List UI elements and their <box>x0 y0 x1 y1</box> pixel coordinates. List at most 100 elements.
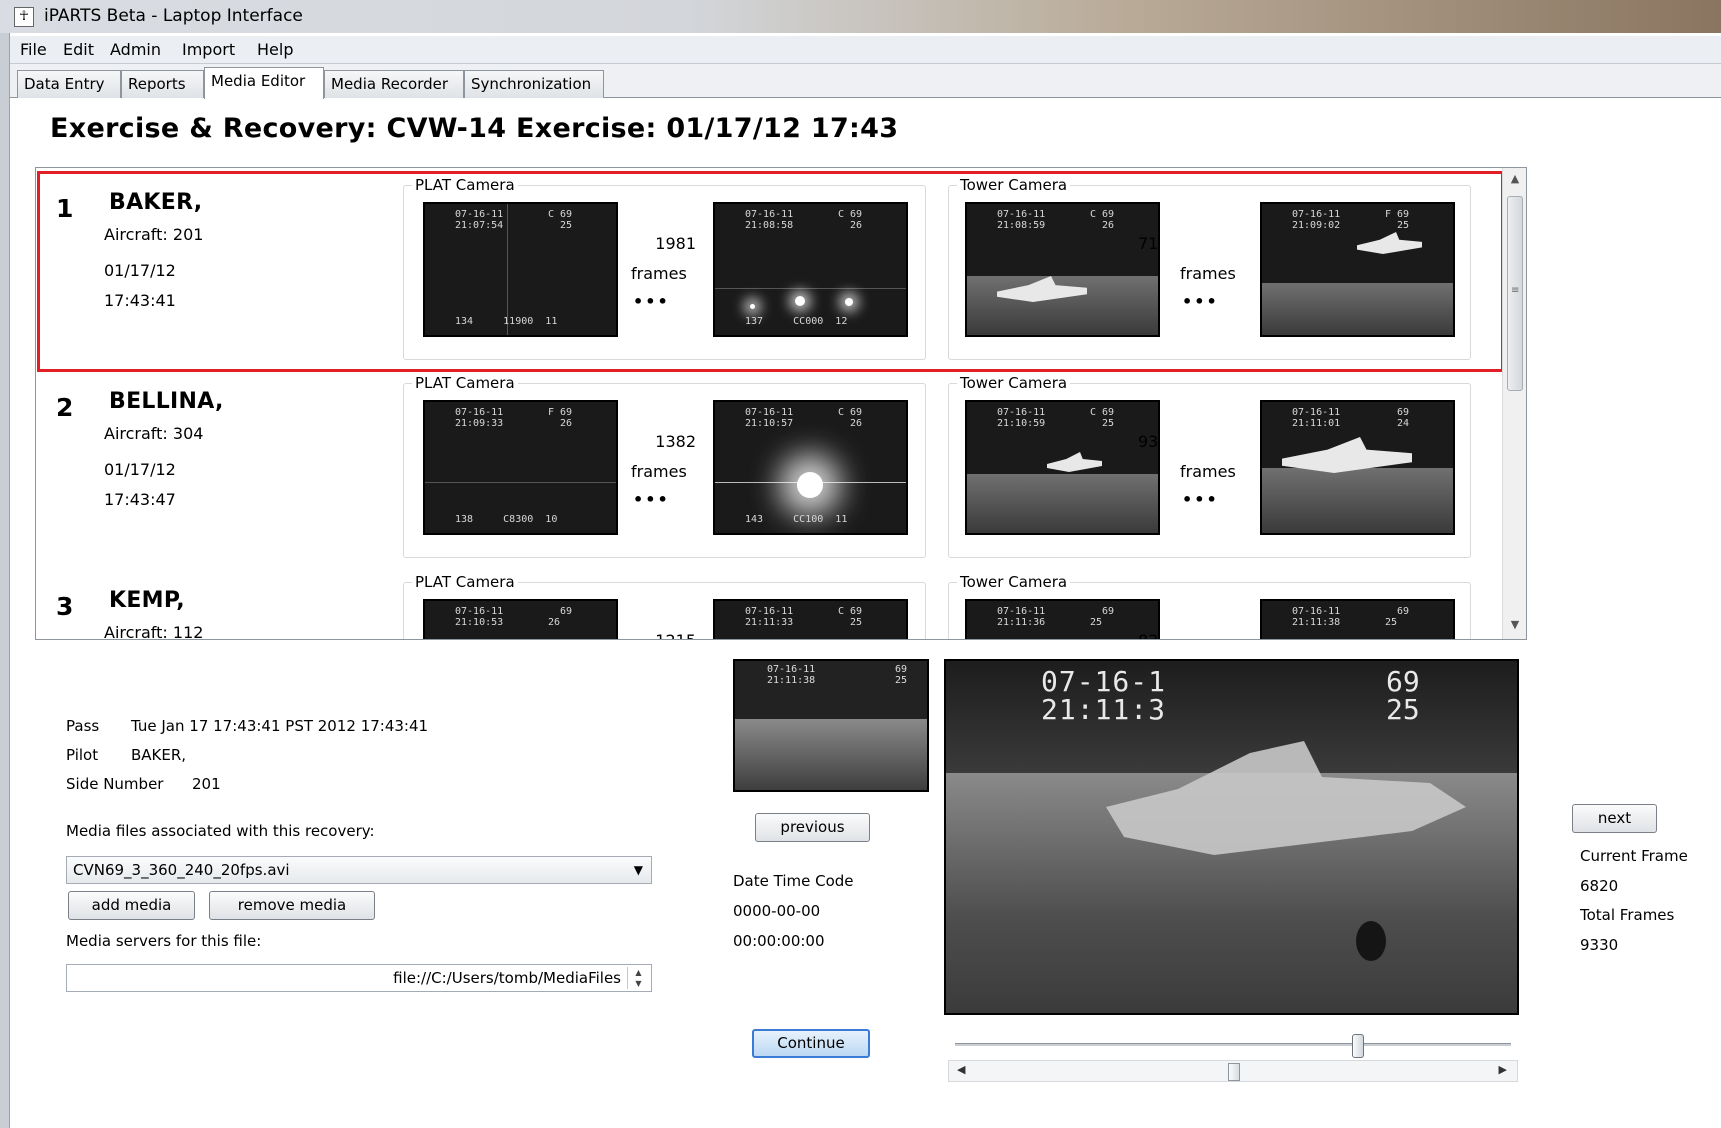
bottom-overlay: 137 CC000 12 <box>745 316 848 327</box>
scroll-up-icon[interactable]: ▲ <box>1507 172 1523 188</box>
video-player[interactable]: 07-16-1 21:11:3 69 25 <box>944 659 1519 1015</box>
deck <box>967 474 1158 533</box>
camera-overlay: F 69 25 <box>1385 209 1410 231</box>
tower-first-frame-thumbnail[interactable]: 07-16-11 21:11:36 69 25 <box>965 599 1160 639</box>
plat-last-frame-thumbnail[interactable]: 07-16-11 21:10:57 C 69 26 143 CC100 11 <box>713 400 908 535</box>
pass-value: Tue Jan 17 17:43:41 PST 2012 17:43:41 <box>131 717 429 735</box>
frame-count: 93 <box>1138 432 1159 451</box>
tab-media-recorder[interactable]: Media Recorder <box>324 70 464 98</box>
media-server-spinner[interactable]: file://C:/Users/tomb/MediaFiles ▲ ▼ <box>66 964 652 992</box>
side-number-value: 201 <box>192 775 221 793</box>
tower-camera-label: Tower Camera <box>957 374 1071 392</box>
scroll-left-icon[interactable]: ◀ <box>957 1063 965 1076</box>
aircraft-number: Aircraft: 112 <box>104 623 204 639</box>
tower-last-frame-thumbnail[interactable]: 07-16-11 21:11:01 69 24 <box>1260 400 1455 535</box>
frames-label: frames <box>631 264 687 283</box>
chevron-down-icon: ▼ <box>633 863 643 877</box>
list-scrollbar[interactable]: ▲ ≡ ▼ <box>1502 168 1526 639</box>
video-horizontal-scrollbar[interactable]: ◀ ▶ <box>948 1060 1518 1082</box>
scroll-down-icon[interactable]: ▼ <box>1507 618 1523 634</box>
video-camera-overlay: 69 25 <box>1386 665 1420 726</box>
crosshair-horizontal <box>715 288 906 289</box>
title-bar: ☥ iPARTS Beta - Laptop Interface <box>0 0 1721 33</box>
aircraft-number: Aircraft: 304 <box>104 424 204 443</box>
pilot-name: BELLINA, <box>109 389 224 414</box>
plat-last-frame-thumbnail[interactable]: 07-16-11 21:08:58 C 69 26 137 CC000 12 <box>713 202 908 337</box>
slider-knob[interactable] <box>1352 1034 1364 1058</box>
deck-equipment <box>1356 921 1386 961</box>
aircraft-image <box>1047 452 1102 472</box>
menu-import[interactable]: Import <box>182 40 235 59</box>
menu-help[interactable]: Help <box>257 40 293 59</box>
plat-first-frame-thumbnail[interactable]: 07-16-11 21:07:54 C 69 25 134 11900 11 <box>423 202 618 337</box>
ellipsis-icon: ••• <box>633 490 670 509</box>
add-media-button[interactable]: add media <box>68 891 195 920</box>
next-button[interactable]: next <box>1572 804 1657 833</box>
ellipsis-icon: ••• <box>633 292 670 311</box>
spinner-arrows-icon[interactable]: ▲ ▼ <box>627 967 649 989</box>
menu-admin[interactable]: Admin <box>110 40 161 59</box>
timestamp-overlay: 07-16-11 21:07:54 <box>455 209 504 231</box>
pilot-label: Pilot <box>66 746 99 764</box>
frame-slider[interactable] <box>955 1034 1511 1058</box>
pilot-name: KEMP, <box>109 588 185 613</box>
recovery-list[interactable]: 1 BAKER, Aircraft: 201 01/17/12 17:43:41… <box>35 167 1527 640</box>
window-border <box>0 33 10 1128</box>
tab-media-editor[interactable]: Media Editor <box>204 67 324 99</box>
timestamp-overlay: 07-16-11 21:08:58 <box>745 209 794 231</box>
scrollbar-thumb[interactable] <box>1228 1063 1240 1081</box>
pilot-name: BAKER, <box>109 190 203 215</box>
plat-camera-label: PLAT Camera <box>412 176 518 194</box>
date-time-code-label: Date Time Code <box>733 872 854 890</box>
total-frames-label: Total Frames <box>1580 906 1675 924</box>
recovery-date: 01/17/12 <box>104 261 176 280</box>
continue-button[interactable]: Continue <box>752 1029 870 1058</box>
side-number-label: Side Number <box>66 775 164 793</box>
camera-overlay: C 69 25 <box>838 606 863 628</box>
deck <box>1262 282 1453 335</box>
tower-camera-group: Tower Camera 07-16-11 21:11:36 69 25 83 … <box>948 573 1471 639</box>
frames-label: frames <box>1180 462 1236 481</box>
recovery-item[interactable]: 1 BAKER, Aircraft: 201 01/17/12 17:43:41… <box>36 168 1502 372</box>
pilot-value: BAKER, <box>131 746 187 764</box>
landing-light <box>797 472 823 498</box>
plat-camera-label: PLAT Camera <box>412 573 518 591</box>
scrollbar-thumb[interactable]: ≡ <box>1507 196 1523 391</box>
plat-last-frame-thumbnail[interactable]: 07-16-11 21:11:33 C 69 25 <box>713 599 908 639</box>
aircraft-image <box>1357 232 1422 254</box>
camera-overlay: 69 25 <box>895 664 908 686</box>
plat-first-frame-thumbnail[interactable]: 07-16-11 21:10:53 69 26 <box>423 599 618 639</box>
plat-camera-label: PLAT Camera <box>412 374 518 392</box>
timestamp-overlay: 07-16-11 21:08:59 <box>997 209 1046 231</box>
recovery-number: 3 <box>56 592 74 621</box>
plat-first-frame-thumbnail[interactable]: 07-16-11 21:09:33 F 69 26 138 C8300 10 <box>423 400 618 535</box>
media-file-select[interactable]: CVN69_3_360_240_20fps.avi ▼ <box>66 856 652 884</box>
tab-data-entry[interactable]: Data Entry <box>17 70 121 98</box>
tower-camera-label: Tower Camera <box>957 573 1071 591</box>
scroll-right-icon[interactable]: ▶ <box>1499 1063 1507 1076</box>
tower-first-frame-thumbnail[interactable]: 07-16-11 21:10:59 C 69 25 <box>965 400 1160 535</box>
tower-last-frame-thumbnail[interactable]: 07-16-11 21:09:02 F 69 25 <box>1260 202 1455 337</box>
media-files-label: Media files associated with this recover… <box>66 822 375 840</box>
tab-synchronization[interactable]: Synchronization <box>464 70 604 98</box>
previous-button[interactable]: previous <box>755 813 870 842</box>
date-code-value: 0000-00-00 <box>733 902 821 920</box>
tower-first-frame-thumbnail[interactable]: 07-16-11 21:08:59 C 69 26 <box>965 202 1160 337</box>
tab-reports[interactable]: Reports <box>121 70 204 98</box>
media-server-value: file://C:/Users/tomb/MediaFiles <box>393 969 621 987</box>
current-frame-label: Current Frame <box>1580 847 1688 865</box>
remove-media-button[interactable]: remove media <box>209 891 375 920</box>
runway-light <box>750 304 755 309</box>
recovery-item[interactable]: 2 BELLINA, Aircraft: 304 01/17/12 17:43:… <box>36 367 1502 566</box>
menu-edit[interactable]: Edit <box>63 40 94 59</box>
timestamp-overlay: 07-16-11 21:09:02 <box>1292 209 1341 231</box>
frame-count: 1382 <box>655 432 696 451</box>
tower-last-frame-thumbnail[interactable]: 07-16-11 21:11:38 69 25 <box>1260 599 1455 639</box>
bottom-overlay: 143 CC100 11 <box>745 514 848 525</box>
recovery-item[interactable]: 3 KEMP, Aircraft: 112 PLAT Camera 07-16-… <box>36 566 1502 639</box>
timestamp-overlay: 07-16-11 21:11:33 <box>745 606 794 628</box>
recovery-number: 1 <box>56 194 74 223</box>
menu-file[interactable]: File <box>20 40 47 59</box>
camera-overlay: C 69 25 <box>1090 407 1115 429</box>
recovery-time: 17:43:47 <box>104 490 176 509</box>
